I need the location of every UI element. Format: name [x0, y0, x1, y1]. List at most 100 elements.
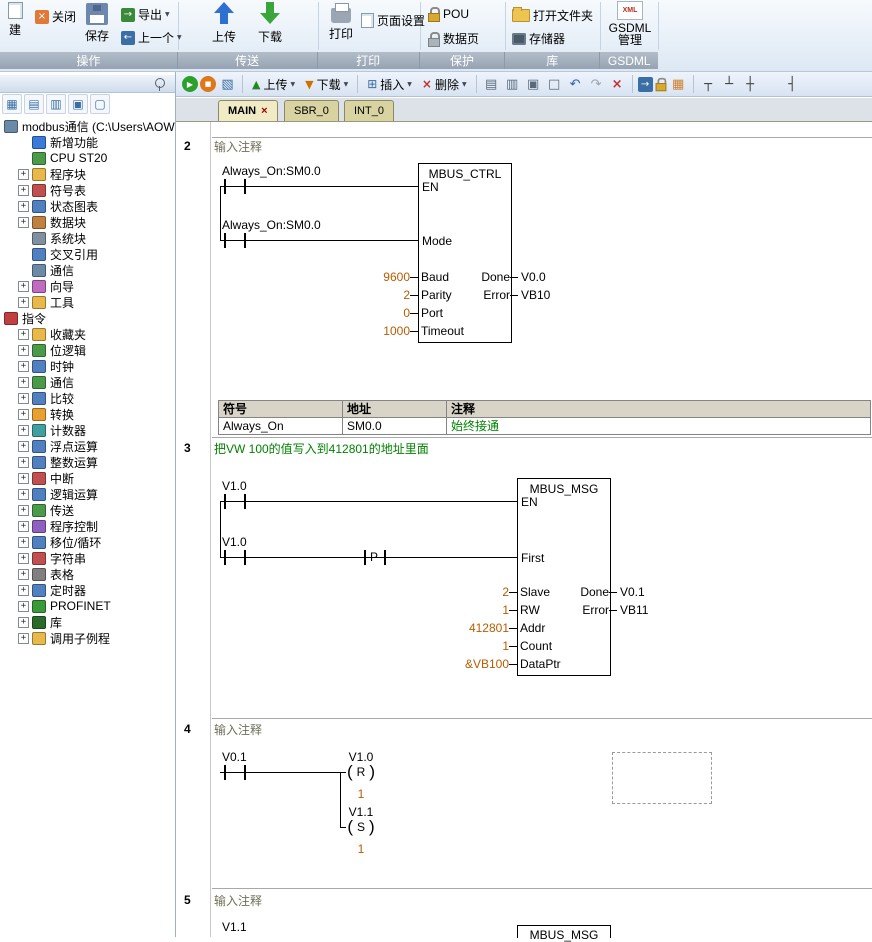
wire-horizontal-icon[interactable] — [762, 75, 781, 94]
export-button[interactable]: → 导出 ▼ — [118, 5, 173, 24]
insert-button[interactable]: ⊞ 插入 ▼ — [363, 75, 416, 94]
tree-item[interactable]: 系统块 — [0, 230, 175, 246]
tree-item[interactable]: PROFINET — [0, 598, 175, 614]
contact-bar[interactable] — [224, 179, 226, 194]
table-grid-icon[interactable]: ▦ — [669, 75, 688, 94]
symtable-cell-address[interactable]: SM0.0 — [343, 418, 447, 435]
page-setup-button[interactable]: 页面设置 — [358, 11, 428, 30]
tree-item[interactable]: 中断 — [0, 470, 175, 486]
expand-icon[interactable] — [18, 441, 29, 452]
pin-value[interactable]: 2 — [348, 288, 410, 302]
expand-icon[interactable] — [18, 617, 29, 628]
tree-item[interactable]: CPU ST20 — [0, 150, 175, 166]
edge-contact-letter[interactable]: P — [366, 550, 382, 564]
contact-bar[interactable] — [244, 494, 246, 509]
contact-operand[interactable]: V0.1 — [222, 750, 247, 764]
gsdml-manage-button[interactable]: XML GSDML管理 — [604, 1, 656, 46]
stop-icon[interactable]: ■ — [200, 76, 216, 92]
contact-bar[interactable] — [224, 494, 226, 509]
undo-icon[interactable]: ↶ — [566, 75, 585, 94]
tree-item[interactable]: 字符串 — [0, 550, 175, 566]
tree-item[interactable]: 转换 — [0, 406, 175, 422]
coil-count[interactable]: 1 — [340, 842, 382, 856]
close-tab-icon[interactable]: × — [261, 105, 267, 117]
data-page-protect-button[interactable]: 数据页 — [425, 29, 482, 48]
expand-icon[interactable] — [18, 393, 29, 404]
window-view-icon[interactable]: ▣ — [524, 75, 543, 94]
expand-icon[interactable] — [18, 217, 29, 228]
mbus-msg-block-partial[interactable]: MBUS_MSG — [517, 925, 611, 938]
tab-main[interactable]: MAIN × — [218, 100, 278, 121]
coil-count[interactable]: 1 — [340, 787, 382, 801]
tree-item[interactable]: modbus通信 (C:\Users\AOWID\ — [0, 118, 175, 134]
tree-item[interactable]: 定时器 — [0, 582, 175, 598]
contact-operand[interactable]: Always_On:SM0.0 — [222, 164, 321, 178]
pin-value[interactable]: &VB100 — [447, 657, 509, 671]
expand-icon[interactable] — [18, 425, 29, 436]
ribbon-upload-button[interactable]: 上传 — [204, 2, 244, 45]
expand-icon[interactable] — [18, 633, 29, 644]
tree-item[interactable]: 传送 — [0, 502, 175, 518]
expand-icon[interactable] — [18, 281, 29, 292]
expand-icon[interactable] — [18, 457, 29, 468]
edge-contact-bar[interactable] — [384, 550, 386, 565]
ribbon-download-button[interactable]: 下载 — [250, 2, 290, 45]
save-button[interactable]: 保存 — [80, 3, 114, 44]
tree-item[interactable]: 调用子例程 — [0, 630, 175, 646]
print-button[interactable]: 打印 — [322, 2, 360, 42]
expand-icon[interactable] — [18, 409, 29, 420]
tree-item[interactable]: 状态图表 — [0, 198, 175, 214]
pin-value[interactable]: 1 — [447, 639, 509, 653]
expand-icon[interactable] — [18, 553, 29, 564]
pin-operand[interactable]: VB10 — [518, 288, 550, 302]
tree-item[interactable]: 新增功能 — [0, 134, 175, 150]
wire-cross-icon[interactable]: ┼ — [741, 75, 760, 94]
tree-item[interactable]: 指令 — [0, 310, 175, 326]
network-comment[interactable]: 输入注释 — [214, 138, 262, 155]
pin-value[interactable]: 0 — [348, 306, 410, 320]
redo-icon[interactable]: ↷ — [587, 75, 606, 94]
coil-operand[interactable]: V1.1 — [340, 805, 382, 819]
set-coil[interactable]: S — [344, 818, 378, 836]
pin-value[interactable]: 412801 — [447, 621, 509, 635]
tree-item[interactable]: 数据块 — [0, 214, 175, 230]
pou-navigate-icon[interactable]: → — [638, 77, 653, 92]
contact-bar[interactable] — [244, 550, 246, 565]
contact-bar[interactable] — [224, 233, 226, 248]
tree-item[interactable]: 库 — [0, 614, 175, 630]
tree-item[interactable]: 程序块 — [0, 166, 175, 182]
lock-icon[interactable] — [655, 78, 666, 91]
tree-item[interactable]: 表格 — [0, 566, 175, 582]
tree-item[interactable]: 浮点运算 — [0, 438, 175, 454]
contact-bar[interactable] — [224, 765, 226, 780]
pin-value[interactable]: 2 — [447, 585, 509, 599]
expand-icon[interactable] — [18, 473, 29, 484]
expand-icon[interactable] — [18, 169, 29, 180]
expand-icon[interactable] — [18, 505, 29, 516]
tree-item[interactable]: 移位/循环 — [0, 534, 175, 550]
download-button[interactable]: ▼ 下载 ▼ — [301, 75, 352, 94]
pin-operand[interactable]: V0.0 — [518, 270, 546, 284]
wire-left-icon[interactable]: ┤ — [783, 75, 802, 94]
delete-button[interactable]: × 删除 ▼ — [418, 75, 471, 94]
tree-item[interactable]: 位逻辑 — [0, 342, 175, 358]
wire-up-icon[interactable]: ┴ — [720, 75, 739, 94]
expand-icon[interactable] — [18, 361, 29, 372]
expand-icon[interactable] — [18, 537, 29, 548]
tree-item[interactable]: 逻辑运算 — [0, 486, 175, 502]
network-comment[interactable]: 把VW 100的值写入到412801的地址里面 — [214, 440, 429, 457]
expand-icon[interactable] — [18, 489, 29, 500]
upload-button[interactable]: ▲ 上传 ▼ — [248, 75, 299, 94]
network-comment[interactable]: 输入注释 — [214, 892, 262, 909]
tab-int0[interactable]: INT_0 — [344, 100, 394, 121]
tree-item[interactable]: 交叉引用 — [0, 246, 175, 262]
contact-operand[interactable]: V1.0 — [222, 479, 247, 493]
pin-icon[interactable] — [155, 78, 165, 88]
tree-item[interactable]: 符号表 — [0, 182, 175, 198]
pin-value[interactable]: 9600 — [348, 270, 410, 284]
expand-icon[interactable] — [18, 521, 29, 532]
tab-sbr0[interactable]: SBR_0 — [284, 100, 339, 121]
contact-bar[interactable] — [244, 765, 246, 780]
symbol-table-toggle-icon[interactable]: ▤ — [482, 75, 501, 94]
expand-icon[interactable] — [18, 297, 29, 308]
